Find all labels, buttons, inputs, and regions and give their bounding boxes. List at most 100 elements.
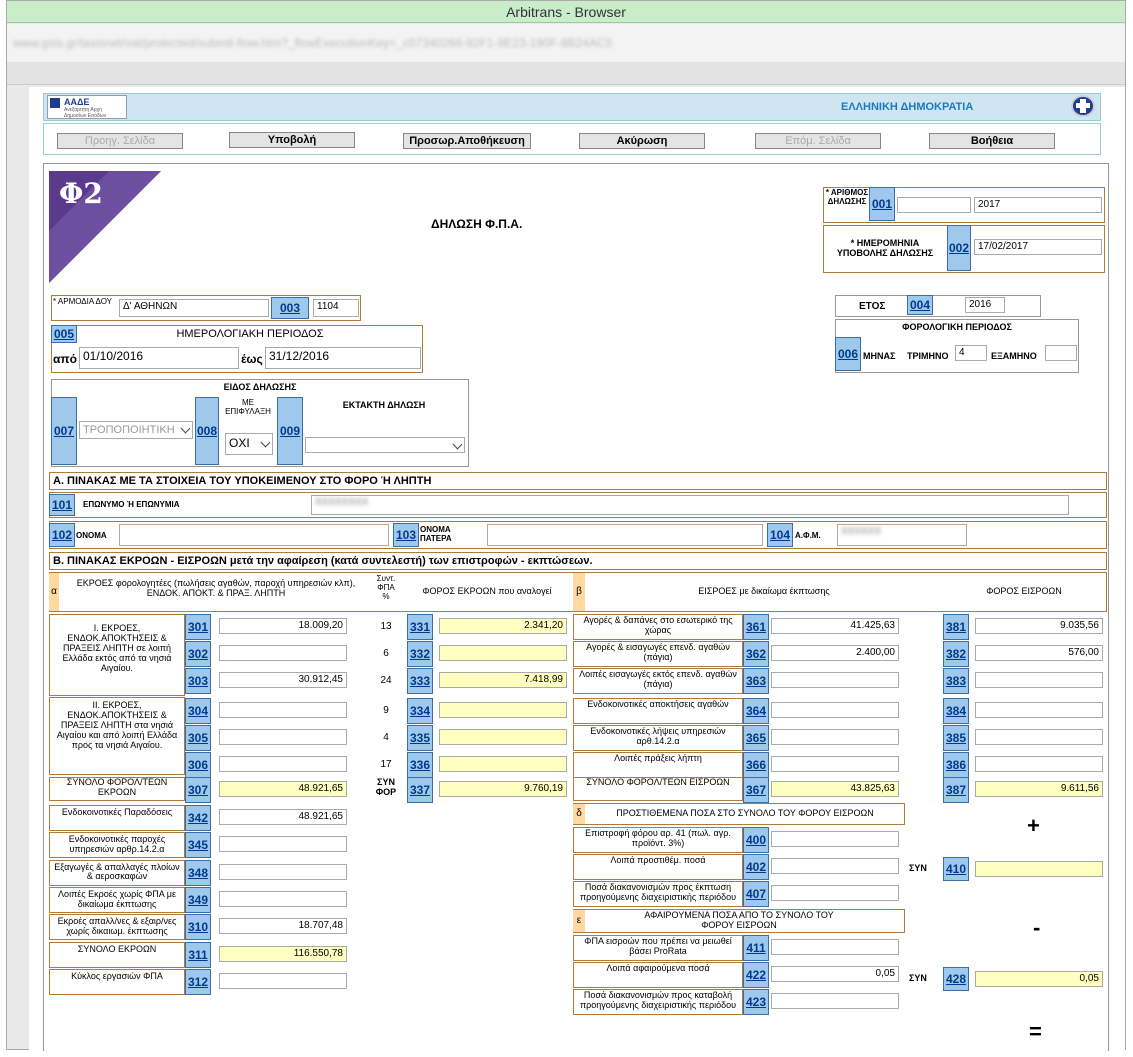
year-code[interactable]: 004: [907, 295, 933, 315]
code-336[interactable]: 336: [407, 752, 433, 778]
value-349[interactable]: [219, 890, 347, 907]
code-410[interactable]: 410: [943, 857, 969, 881]
name-input[interactable]: [119, 524, 389, 546]
submit-button[interactable]: Υποβολή: [229, 132, 355, 148]
surname-input[interactable]: ΧΧΧΧΧΧΧΧ: [311, 495, 1069, 515]
value-365[interactable]: [771, 729, 899, 745]
father-input[interactable]: [487, 524, 763, 546]
cancel-button[interactable]: Ακύρωση: [579, 133, 705, 149]
code-310[interactable]: 310: [185, 914, 211, 941]
value-428[interactable]: 0,05: [975, 971, 1103, 987]
code-407[interactable]: 407: [743, 881, 769, 907]
sub-date-input[interactable]: 17/02/2017: [974, 239, 1102, 255]
semester-input[interactable]: [1045, 345, 1077, 361]
value-381[interactable]: 9.035,56: [975, 618, 1103, 634]
value-411[interactable]: [771, 939, 899, 955]
value-402[interactable]: [771, 858, 899, 874]
value-361[interactable]: 41.425,63: [771, 618, 899, 634]
value-332[interactable]: [439, 645, 567, 661]
to-date-input[interactable]: 31/12/2016: [265, 347, 421, 369]
value-362[interactable]: 2.400,00: [771, 645, 899, 661]
code-387[interactable]: 387: [943, 777, 969, 803]
code-333[interactable]: 333: [407, 668, 433, 694]
code-382[interactable]: 382: [943, 641, 969, 667]
extraordinary-select[interactable]: [305, 437, 465, 453]
value-348[interactable]: [219, 863, 347, 880]
value-331[interactable]: 2.341,20: [439, 618, 567, 634]
type-code[interactable]: 007: [51, 397, 77, 465]
code-305[interactable]: 305: [185, 725, 211, 751]
value-301[interactable]: 18.009,20: [219, 618, 347, 634]
value-367[interactable]: 43.825,63: [771, 781, 899, 797]
value-364[interactable]: [771, 702, 899, 718]
reservation-select[interactable]: ΟΧΙ: [225, 433, 273, 455]
code-303[interactable]: 303: [185, 668, 211, 694]
code-428[interactable]: 428: [943, 967, 969, 991]
value-410[interactable]: [975, 861, 1103, 877]
code-312[interactable]: 312: [185, 968, 211, 995]
value-382[interactable]: 576,00: [975, 645, 1103, 661]
code-361[interactable]: 361: [743, 614, 769, 640]
code-348[interactable]: 348: [185, 859, 211, 886]
next-page-button[interactable]: Επόμ. Σελίδα: [755, 133, 881, 149]
value-336[interactable]: [439, 756, 567, 772]
value-310[interactable]: 18.707,48: [219, 918, 347, 935]
value-345[interactable]: [219, 836, 347, 853]
code-385[interactable]: 385: [943, 725, 969, 751]
from-date-input[interactable]: 01/10/2016: [79, 347, 239, 369]
code-306[interactable]: 306: [185, 752, 211, 778]
doy-num-input[interactable]: 1104: [313, 299, 359, 317]
code-332[interactable]: 332: [407, 641, 433, 667]
value-387[interactable]: 9.611,56: [975, 781, 1103, 797]
doy-input[interactable]: Δ' ΑΘΗΝΩΝ: [119, 299, 269, 317]
value-333[interactable]: 7.418,99: [439, 672, 567, 688]
afm-code[interactable]: 104: [767, 523, 793, 547]
prev-page-button[interactable]: Προηγ. Σελίδα: [57, 133, 183, 149]
code-349[interactable]: 349: [185, 886, 211, 913]
value-304[interactable]: [219, 702, 347, 718]
decl-no-code[interactable]: 001: [869, 187, 895, 221]
code-423[interactable]: 423: [743, 989, 769, 1015]
code-411[interactable]: 411: [743, 935, 769, 961]
value-306[interactable]: [219, 756, 347, 772]
code-304[interactable]: 304: [185, 698, 211, 724]
value-383[interactable]: [975, 672, 1103, 688]
father-code[interactable]: 103: [393, 523, 419, 547]
code-301[interactable]: 301: [185, 614, 211, 640]
code-311[interactable]: 311: [185, 941, 211, 968]
extraordinary-code[interactable]: 009: [277, 397, 303, 465]
code-366[interactable]: 366: [743, 752, 769, 778]
value-423[interactable]: [771, 993, 899, 1009]
reservation-code[interactable]: 008: [195, 397, 219, 465]
code-337[interactable]: 337: [407, 777, 433, 803]
value-422[interactable]: 0,05: [771, 966, 899, 982]
sub-date-code[interactable]: 002: [947, 225, 971, 271]
value-305[interactable]: [219, 729, 347, 745]
code-400[interactable]: 400: [743, 827, 769, 853]
code-386[interactable]: 386: [943, 752, 969, 778]
afm-input[interactable]: ΧΧΧΧΧΧ: [837, 524, 967, 546]
doy-code[interactable]: 003: [271, 297, 309, 319]
address-bar[interactable]: www.gsis.gr/taxisnet/vat/protected/submi…: [7, 24, 1125, 62]
type-select[interactable]: ΤΡΟΠΟΠΟΙΗΤΙΚΗ: [79, 421, 193, 439]
value-303[interactable]: 30.912,45: [219, 672, 347, 688]
name-code[interactable]: 102: [49, 523, 75, 547]
code-331[interactable]: 331: [407, 614, 433, 640]
decl-year-input[interactable]: 2017: [974, 197, 1102, 213]
code-383[interactable]: 383: [943, 668, 969, 694]
value-337[interactable]: 9.760,19: [439, 781, 567, 797]
value-335[interactable]: [439, 729, 567, 745]
code-384[interactable]: 384: [943, 698, 969, 724]
help-button[interactable]: Βοήθεια: [929, 133, 1055, 149]
code-367[interactable]: 367: [743, 777, 769, 803]
code-422[interactable]: 422: [743, 962, 769, 988]
value-334[interactable]: [439, 702, 567, 718]
tax-period-code[interactable]: 006: [835, 337, 861, 371]
code-345[interactable]: 345: [185, 832, 211, 859]
value-400[interactable]: [771, 831, 899, 847]
code-365[interactable]: 365: [743, 725, 769, 751]
value-312[interactable]: [219, 972, 347, 989]
code-362[interactable]: 362: [743, 641, 769, 667]
value-385[interactable]: [975, 729, 1103, 745]
surname-code[interactable]: 101: [49, 494, 75, 516]
